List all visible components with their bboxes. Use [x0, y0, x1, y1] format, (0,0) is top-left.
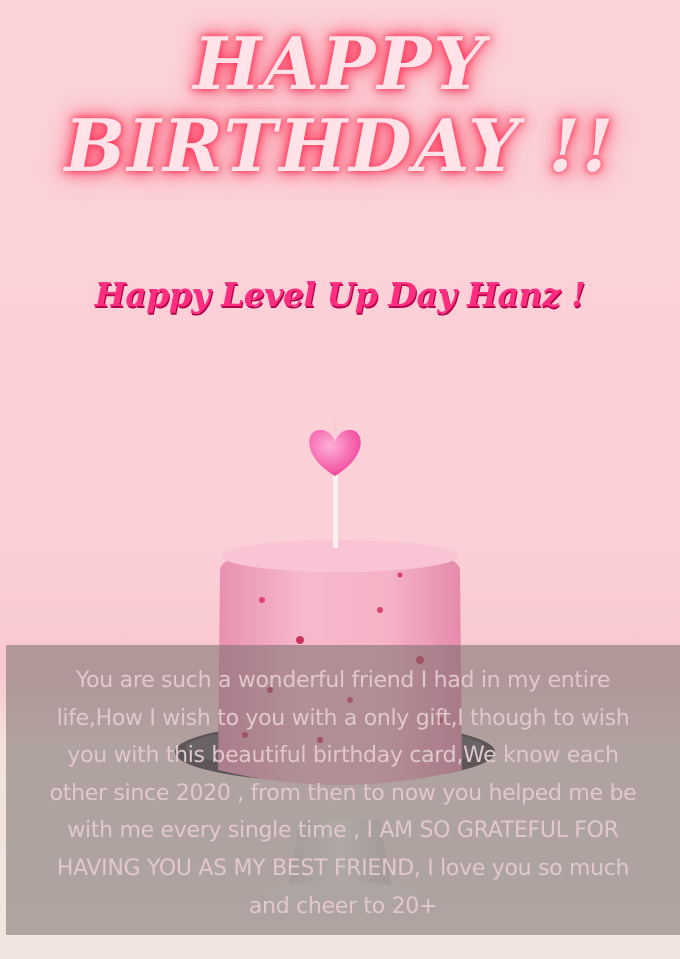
message-line: life,How I wish to you with a only gift,… [56, 705, 630, 731]
message-line: You are such a wonderful friend I had in… [75, 668, 611, 693]
birthday-card: HAPPY BIRTHDAY !! Happy Level Up Day Han… [0, 0, 680, 959]
message-line: HAVING YOU AS MY BEST FRIEND, I love you… [56, 855, 630, 881]
message-line: you with this beautiful birthday card,We… [67, 743, 619, 769]
heart-candle-icon [309, 420, 361, 548]
birthday-message: You are such a wonderful friend I had in… [6, 662, 680, 925]
message-line: and cheer to 20+ [248, 893, 438, 919]
message-line: other since 2020 , from then to now you … [49, 780, 637, 806]
message-line: with me every single time , I AM SO GRAT… [67, 818, 619, 844]
